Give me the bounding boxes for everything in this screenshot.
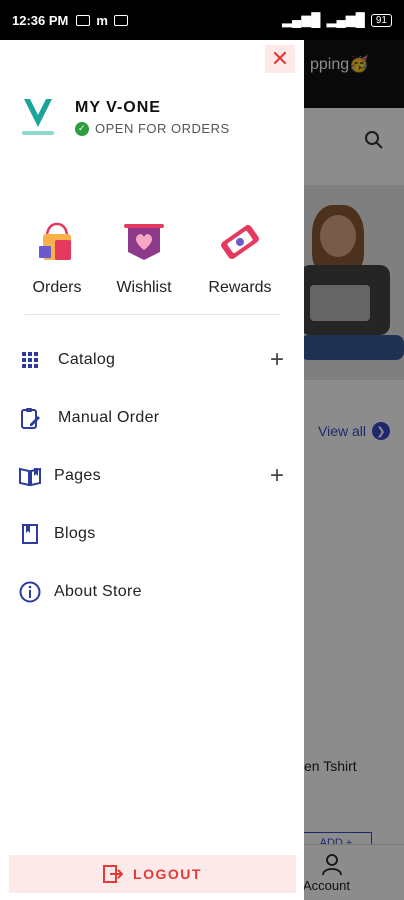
logout-icon [103, 865, 124, 883]
wishlist-label: Wishlist [116, 279, 172, 296]
signal-icon: ▂▄▆█ [282, 12, 321, 27]
menu-item-label: Pages [54, 467, 101, 484]
close-button[interactable]: ✕ [265, 45, 295, 73]
store-logo [22, 99, 54, 135]
book-open-icon [19, 467, 41, 487]
battery-icon: 91 [370, 13, 392, 27]
close-icon: ✕ [270, 46, 290, 71]
bookmark-icon [22, 524, 38, 544]
shopping-bag-icon [39, 222, 71, 260]
notification-icons: m [76, 13, 128, 28]
menu-item-label: Catalog [58, 351, 116, 368]
info-icon [19, 581, 41, 603]
store-status-label: OPEN FOR ORDERS [95, 121, 230, 136]
menu-item-label: About Store [54, 583, 142, 600]
grid-icon [22, 352, 38, 368]
clipboard-edit-icon [21, 408, 40, 429]
menu-item-label: Manual Order [58, 409, 160, 426]
check-circle-icon: ✓ [75, 121, 89, 136]
rewards-button[interactable]: Rewards [195, 220, 285, 297]
wifi-icon: ▂▄▆█ [326, 12, 365, 27]
rewards-label: Rewards [208, 279, 272, 296]
orders-button[interactable]: Orders [12, 220, 102, 297]
heart-banner-icon [124, 224, 164, 260]
logout-label: LOGOUT [133, 866, 202, 882]
menu-item-label: Blogs [54, 525, 96, 542]
menu-item-pages[interactable]: Pages + [0, 453, 304, 499]
menu-item-catalog[interactable]: Catalog + [0, 337, 304, 383]
divider [25, 314, 280, 315]
status-time: 12:36 PM [12, 12, 69, 28]
wishlist-button[interactable]: Wishlist [99, 220, 189, 297]
notification-icon [76, 14, 91, 26]
plus-icon[interactable]: + [270, 462, 284, 490]
store-name: MY V-ONE [75, 99, 161, 116]
store-status: ✓ OPEN FOR ORDERS [75, 121, 230, 136]
ticket-icon [221, 225, 259, 259]
system-icons: ▂▄▆█ ▂▄▆█ 91 [282, 12, 392, 28]
status-bar: 12:36 PM m ▂▄▆█ ▂▄▆█ 91 [0, 0, 404, 40]
logout-button[interactable]: LOGOUT [9, 855, 296, 893]
app-icon [113, 14, 128, 26]
menu-item-blogs[interactable]: Blogs [0, 511, 304, 557]
plus-icon[interactable]: + [270, 346, 284, 374]
orders-label: Orders [32, 279, 82, 296]
menu-item-manual-order[interactable]: Manual Order [0, 395, 304, 441]
m-icon: m [96, 12, 108, 28]
navigation-drawer: ✕ MY V-ONE ✓ OPEN FOR ORDERS Orders Wish… [0, 35, 304, 900]
menu-item-about-store[interactable]: About Store [0, 569, 304, 615]
